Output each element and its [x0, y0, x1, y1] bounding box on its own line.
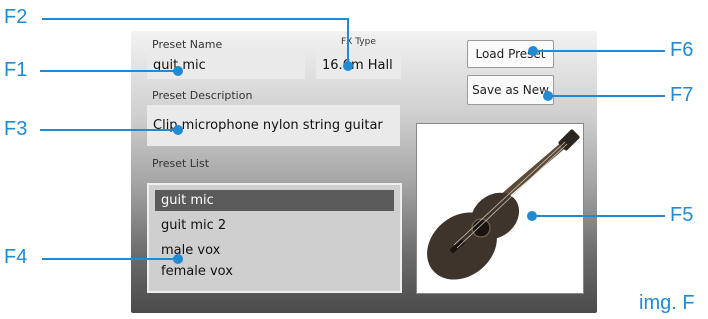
- fx-type-label: FX Type: [341, 37, 376, 47]
- callout-f3: F3: [4, 118, 28, 140]
- load-preset-button[interactable]: Load Preset: [467, 40, 554, 68]
- save-as-new-button[interactable]: Save as New: [467, 75, 554, 105]
- fx-type-field[interactable]: 16.6m Hall: [316, 51, 401, 79]
- callout-f5: F5: [670, 204, 694, 226]
- figure-label: img. F: [639, 292, 695, 314]
- list-item[interactable]: female vox: [155, 261, 394, 282]
- callout-f2: F2: [4, 6, 28, 28]
- preset-list-label: Preset List: [152, 157, 210, 170]
- guitar-icon: [427, 129, 580, 280]
- callout-f4: F4: [4, 246, 28, 268]
- callout-f7: F7: [670, 84, 694, 106]
- list-item[interactable]: male vox: [155, 240, 394, 261]
- callout-f6: F6: [670, 39, 694, 61]
- preset-name-field[interactable]: guit mic: [147, 51, 305, 79]
- preset-name-label: Preset Name: [152, 38, 223, 51]
- preset-list[interactable]: guit mic guit mic 2 male vox female vox: [147, 183, 402, 293]
- callout-f1: F1: [4, 59, 28, 81]
- preset-description-field[interactable]: Clip microphone nylon string guitar: [147, 105, 400, 146]
- list-item[interactable]: guit mic: [155, 190, 394, 211]
- list-item[interactable]: guit mic 2: [155, 215, 394, 236]
- preset-description-label: Preset Description: [152, 89, 253, 102]
- guitar-image: [416, 123, 584, 294]
